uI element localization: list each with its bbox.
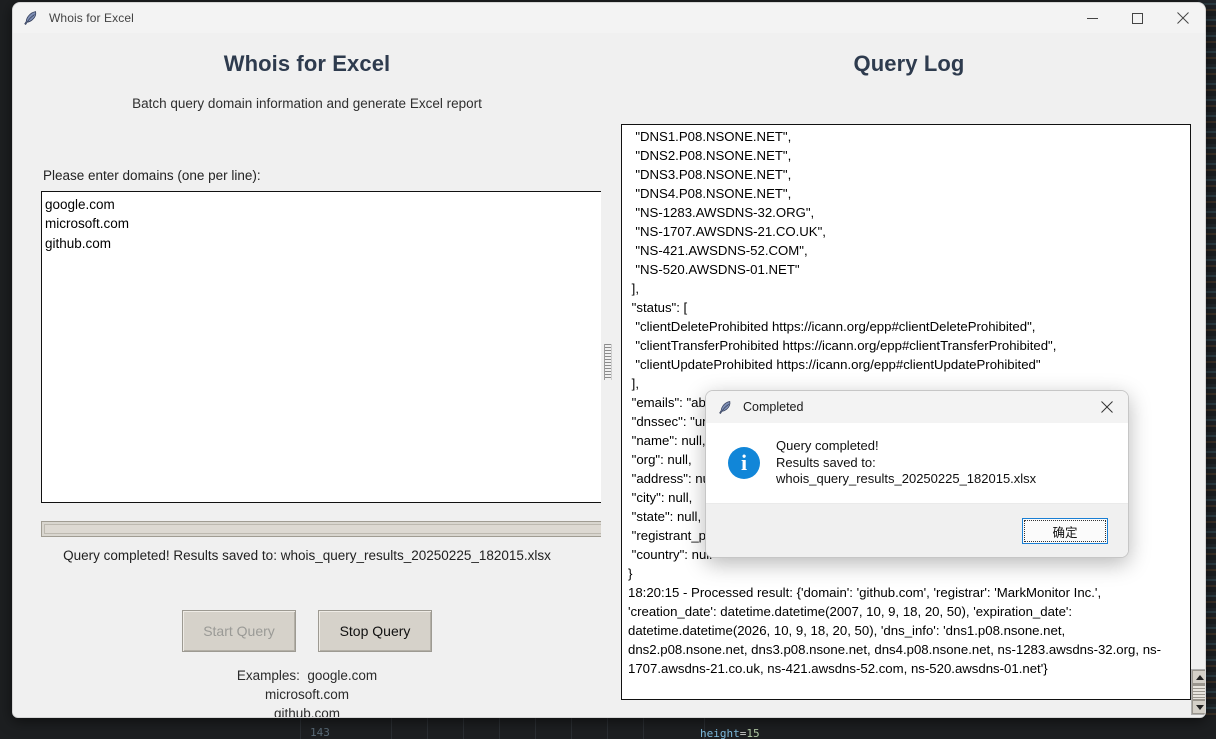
close-icon[interactable] — [1160, 3, 1205, 33]
query-log-title: Query Log — [853, 51, 965, 76]
page-subtitle: Batch query domain information and gener… — [132, 96, 482, 111]
splitter-grip-icon[interactable] — [604, 344, 612, 380]
right-panel: Query Log "DNS1.P08.NSONE.NET", "DNS2.P0… — [613, 34, 1205, 717]
progress-bar — [41, 521, 615, 537]
background-code-editor: 143 height=15 — [0, 717, 1216, 739]
dialog-title-bar: Completed — [706, 391, 1128, 423]
progress-bar-fill — [44, 524, 612, 534]
pane-splitter[interactable] — [601, 34, 613, 717]
paned-window: Whois for Excel Batch query domain infor… — [13, 34, 1205, 718]
completed-dialog: Completed i Query completed! Results sav… — [705, 390, 1129, 558]
dialog-message-line1: Query completed! — [776, 438, 879, 454]
dialog-ok-button[interactable]: 确定 — [1022, 518, 1108, 544]
feather-icon — [23, 10, 39, 26]
scroll-down-icon[interactable] — [1192, 700, 1205, 714]
minimize-icon[interactable] — [1070, 3, 1115, 33]
stop-query-button[interactable]: Stop Query — [318, 610, 432, 652]
left-panel: Whois for Excel Batch query domain infor… — [13, 34, 615, 718]
scroll-up-icon[interactable] — [1192, 670, 1205, 684]
editor-code-line: height=15 — [700, 727, 760, 739]
example-domain-1: google.com — [307, 668, 378, 683]
window-controls — [1070, 3, 1205, 33]
dialog-footer: 确定 — [706, 503, 1128, 557]
dialog-title: Completed — [743, 400, 804, 414]
domains-input[interactable]: google.com microsoft.com github.com — [41, 191, 615, 503]
dialog-message: Query completed! Results saved to: whois… — [776, 438, 1128, 488]
editor-code-attr: height — [700, 727, 740, 739]
start-query-button[interactable]: Start Query — [182, 610, 296, 652]
log-scrollbar[interactable] — [1191, 669, 1205, 715]
domains-input-label: Please enter domains (one per line): — [43, 168, 261, 183]
examples-label: Examples: — [236, 668, 300, 683]
editor-line-number: 143 — [310, 726, 330, 739]
application-window: Whois for Excel Whois for Excel Batch qu… — [12, 2, 1206, 718]
close-icon[interactable] — [1086, 391, 1128, 423]
editor-gutter — [0, 717, 1216, 739]
feather-icon — [718, 400, 733, 415]
example-domain-3: github.com — [273, 706, 341, 718]
examples-block: Examples: google.com microsoft.com githu… — [13, 666, 601, 718]
window-title: Whois for Excel — [49, 11, 134, 25]
info-icon: i — [728, 447, 760, 479]
page-title: Whois for Excel — [223, 51, 391, 76]
maximize-icon[interactable] — [1115, 3, 1160, 33]
scrollbar-thumb[interactable] — [1192, 684, 1205, 700]
action-buttons: Start Query Stop Query — [13, 610, 601, 652]
title-bar: Whois for Excel — [13, 3, 1205, 34]
editor-code-number: 15 — [746, 727, 760, 739]
dialog-message-line2: Results saved to: whois_query_results_20… — [776, 454, 1037, 487]
example-domain-2: microsoft.com — [264, 687, 349, 702]
dialog-content: i Query completed! Results saved to: who… — [706, 423, 1128, 503]
status-text: Query completed! Results saved to: whois… — [63, 548, 551, 563]
